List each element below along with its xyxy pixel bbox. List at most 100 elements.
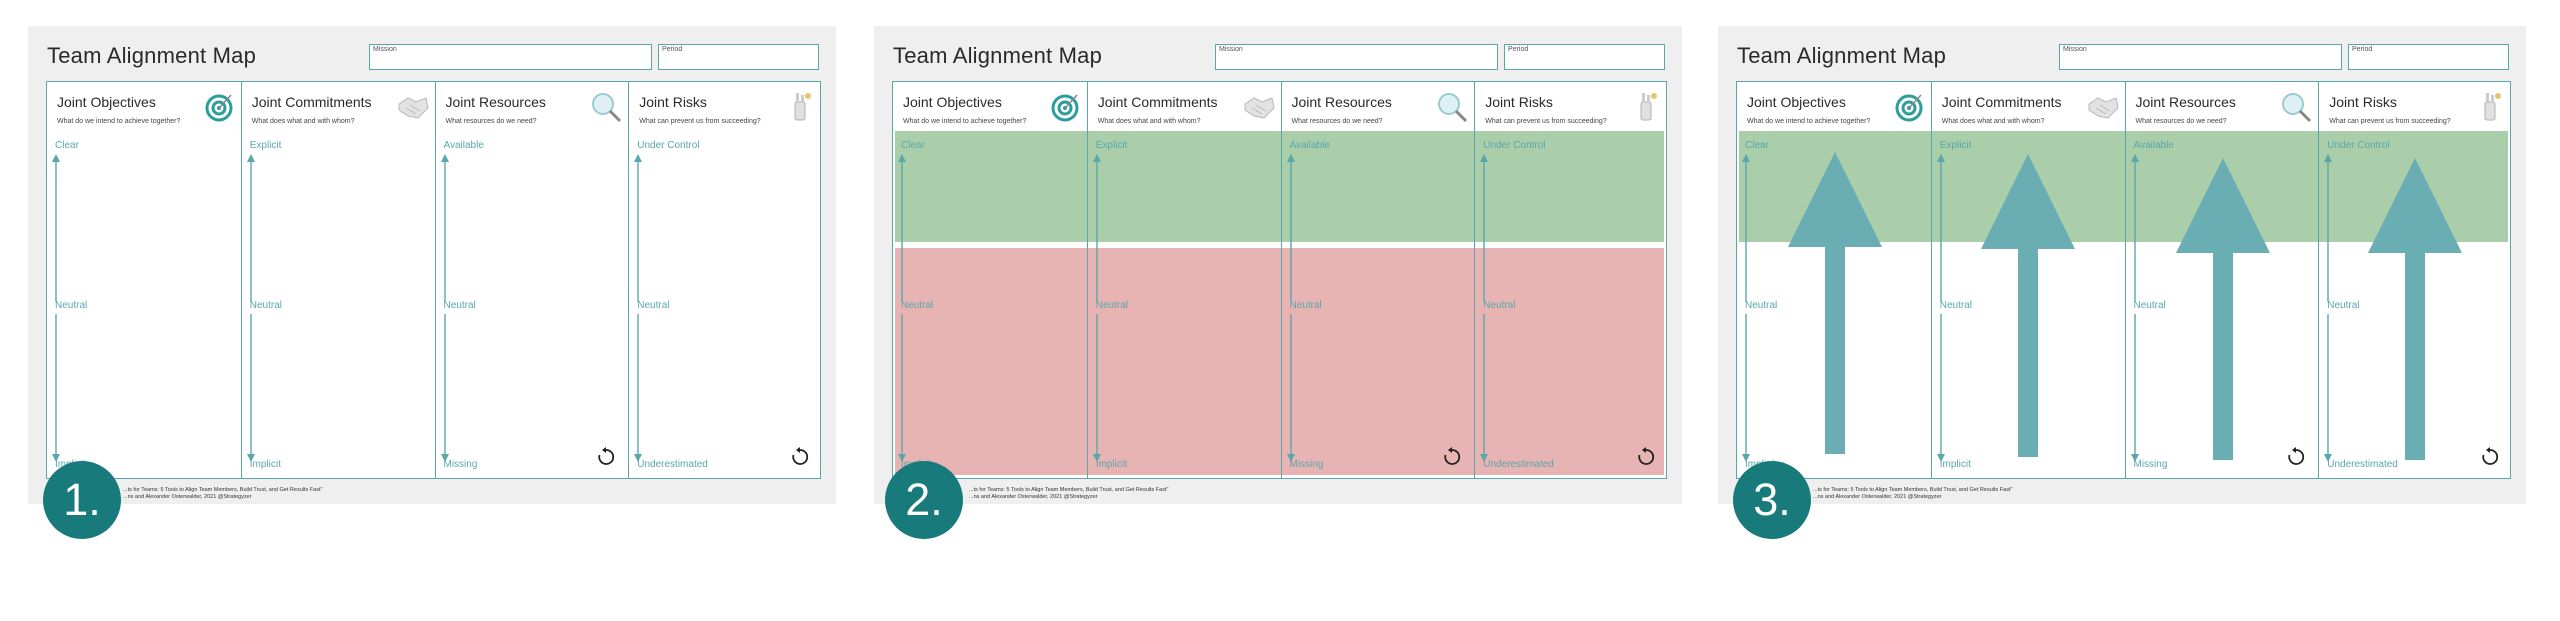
handshake-icon [2086, 90, 2120, 124]
column-question: What do we intend to achieve together? [57, 118, 181, 125]
column-joint-resources: Joint Resources What resources do we nee… [434, 82, 629, 478]
axis-top-label: Available [1289, 140, 1330, 151]
column-heading: Joint Resources [2135, 94, 2236, 110]
mission-label: Mission [373, 46, 397, 53]
map-title: Team Alignment Map [1737, 43, 1947, 68]
column-heading: Joint Resources [445, 94, 546, 110]
period-label: Period [1508, 46, 1529, 53]
period-field[interactable]: Period [1504, 44, 1665, 70]
team-alignment-map-panel-3: Team Alignment Map Mission Period Joint … [1718, 26, 2526, 504]
reset-icon[interactable] [596, 447, 616, 467]
mission-label: Mission [2063, 46, 2087, 53]
double-arrow-axis [898, 154, 906, 462]
axis-top-label: Clear [901, 140, 925, 151]
axis-top-label: Under Control [2327, 140, 2390, 151]
column-question: What do we intend to achieve together? [1747, 118, 1871, 125]
footer-credit: ...ts for Teams: 5 Tools to Align Team M… [1813, 487, 2012, 501]
double-arrow-axis [2324, 154, 2333, 462]
mission-field[interactable]: Mission [369, 44, 652, 70]
mission-label: Mission [1219, 46, 1243, 53]
step-number-badge: 1. [43, 461, 121, 539]
map-title: Team Alignment Map [47, 43, 257, 68]
column-heading: Joint Risks [2329, 94, 2397, 110]
footer-credit: ...ts for Teams: 5 Tools to Align Team M… [969, 487, 1168, 501]
robot-hand-icon [2473, 90, 2507, 124]
reset-icon[interactable] [790, 447, 810, 467]
mission-field[interactable]: Mission [1215, 44, 1498, 70]
axis-bottom-label: Missing [1289, 459, 1324, 470]
stage: Team Alignment Map Mission Period Joint … [0, 0, 2560, 621]
axis-top-label: Explicit [1939, 140, 1972, 151]
footer-line-2: ...ns and Alexander Osterwalder, 2021 @S… [1813, 494, 1942, 500]
double-arrow-axis [1092, 154, 1101, 462]
footer-line-1: ...ts for Teams: 5 Tools to Align Team M… [123, 487, 323, 493]
target-icon [1048, 90, 1082, 124]
axis-bottom-label: Missing [443, 459, 478, 470]
reset-icon[interactable] [2286, 447, 2306, 467]
reset-icon[interactable] [1442, 447, 1462, 467]
column-joint-resources: Joint Resources What resources do we nee… [2124, 82, 2319, 478]
double-arrow-axis [1936, 154, 1945, 462]
column-question: What does what and with whom? [1941, 118, 2045, 125]
axis-bottom-label: Underestimated [1483, 459, 1554, 470]
column-joint-commitments: Joint Commitments What does what and wit… [1086, 82, 1281, 478]
double-arrow-axis [246, 154, 255, 462]
column-joint-risks: Joint Risks What can prevent us from suc… [1474, 82, 1668, 478]
reset-icon[interactable] [2480, 447, 2500, 467]
column-question: What resources do we need? [445, 118, 537, 125]
axis-top-label: Available [2133, 140, 2174, 151]
axis-top-label: Clear [55, 140, 79, 151]
double-arrow-axis [1286, 154, 1295, 462]
target-icon [202, 90, 236, 124]
magnifier-icon [589, 90, 623, 124]
axis-top-label: Under Control [1483, 140, 1546, 151]
period-label: Period [2352, 46, 2373, 53]
double-arrow-axis [2130, 154, 2139, 462]
period-field[interactable]: Period [658, 44, 819, 70]
footer-line-2: ...ns and Alexander Osterwalder, 2021 @S… [123, 494, 252, 500]
axis-bottom-label: Missing [2133, 459, 2168, 470]
period-field[interactable]: Period [2348, 44, 2509, 70]
map-canvas: Joint Objectives What do we intend to ac… [46, 81, 821, 479]
step-number-badge: 3. [1733, 461, 1811, 539]
target-icon [1892, 90, 1926, 124]
column-heading: Joint Commitments [1941, 94, 2062, 110]
column-question: What does what and with whom? [1097, 118, 1201, 125]
axis-bottom-label: Underestimated [2327, 459, 2398, 470]
robot-hand-icon [783, 90, 817, 124]
column-question: What do we intend to achieve together? [903, 118, 1027, 125]
column-joint-objectives: Joint Objectives What do we intend to ac… [47, 82, 241, 478]
map-canvas: Joint Objectives What do we intend to ac… [1736, 81, 2511, 479]
footer-line-1: ...ts for Teams: 5 Tools to Align Team M… [969, 487, 1169, 493]
double-arrow-axis [1480, 154, 1489, 462]
axis-top-label: Clear [1745, 140, 1769, 151]
column-question: What can prevent us from succeeding? [639, 118, 761, 125]
axis-bottom-label: Underestimated [637, 459, 708, 470]
map-title: Team Alignment Map [893, 43, 1103, 68]
column-question: What resources do we need? [2135, 118, 2227, 125]
column-joint-objectives: Joint Objectives What do we intend to ac… [1737, 82, 1931, 478]
column-joint-risks: Joint Risks What can prevent us from suc… [2318, 82, 2512, 478]
column-question: What does what and with whom? [251, 118, 355, 125]
map-canvas: Joint Objectives What do we intend to ac… [892, 81, 1667, 479]
mission-field[interactable]: Mission [2059, 44, 2342, 70]
column-heading: Joint Commitments [1097, 94, 1218, 110]
footer-credit: ...ts for Teams: 5 Tools to Align Team M… [123, 487, 322, 501]
double-arrow-axis [634, 154, 643, 462]
column-heading: Joint Risks [639, 94, 707, 110]
team-alignment-map-panel-2: Team Alignment Map Mission Period Joint … [874, 26, 1682, 504]
column-heading: Joint Objectives [903, 94, 1002, 110]
column-heading: Joint Risks [1485, 94, 1553, 110]
footer-line-1: ...ts for Teams: 5 Tools to Align Team M… [1813, 487, 2013, 493]
reset-icon[interactable] [1636, 447, 1656, 467]
double-arrow-axis [52, 154, 60, 462]
double-arrow-axis [440, 154, 449, 462]
axis-top-label: Under Control [637, 140, 700, 151]
column-joint-objectives: Joint Objectives What do we intend to ac… [893, 82, 1087, 478]
robot-hand-icon [1629, 90, 1663, 124]
column-joint-resources: Joint Resources What resources do we nee… [1280, 82, 1475, 478]
column-joint-commitments: Joint Commitments What does what and wit… [1930, 82, 2125, 478]
magnifier-icon [1435, 90, 1469, 124]
step-number-badge: 2. [885, 461, 963, 539]
team-alignment-map-panel-1: Team Alignment Map Mission Period Joint … [28, 26, 836, 504]
